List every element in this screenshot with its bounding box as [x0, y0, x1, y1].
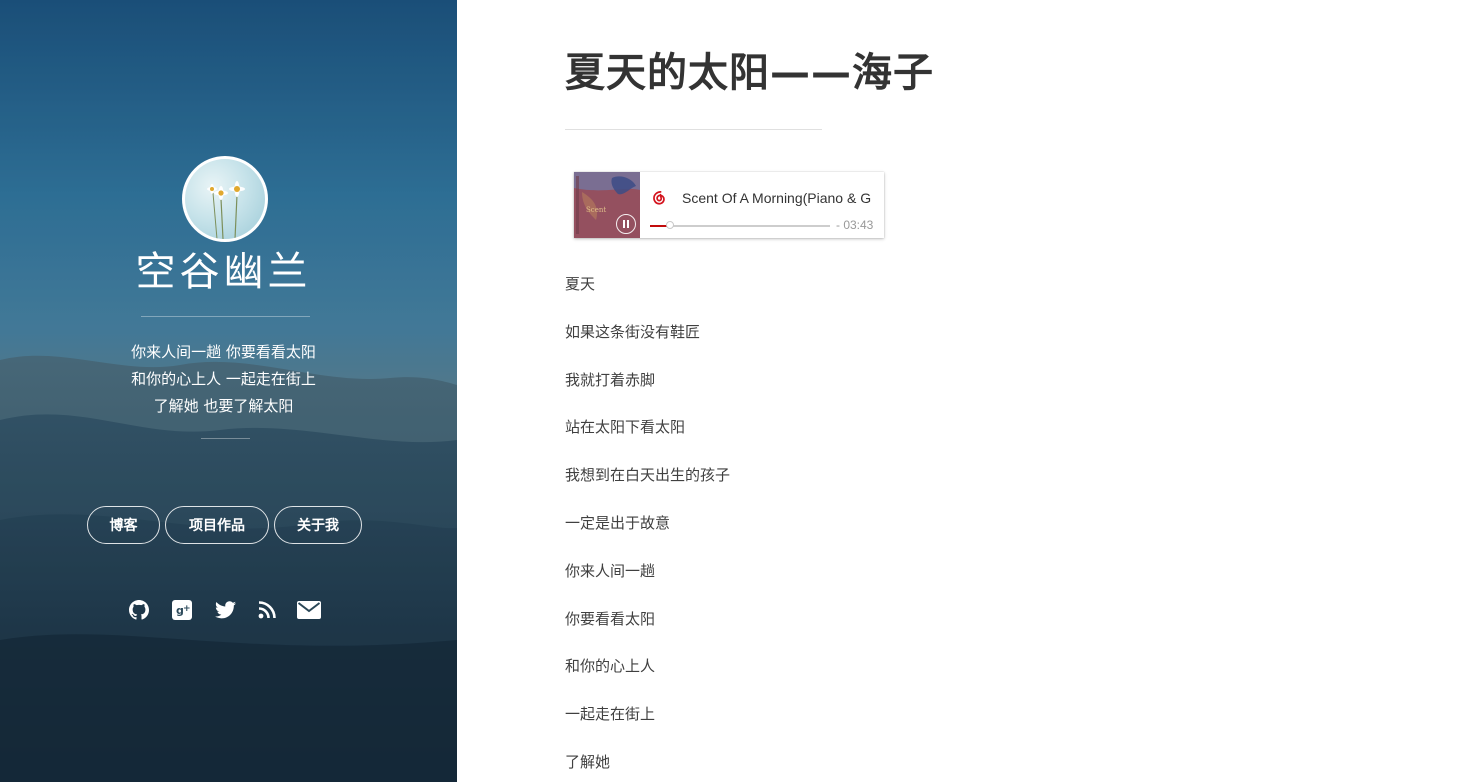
album-cover: Scent — [574, 172, 640, 238]
sidebar: 空谷幽兰 你来人间一趟 你要看看太阳 和你的心上人 一起走在街上 了解她 也要了… — [0, 0, 457, 782]
nav-projects-button[interactable]: 项目作品 — [165, 506, 269, 544]
lyric-line: 一定是出于故意 — [565, 514, 671, 532]
nav-blog-button[interactable]: 博客 — [87, 506, 160, 544]
twitter-icon[interactable] — [214, 598, 236, 622]
pause-icon — [623, 220, 629, 228]
lyric-line: 站在太阳下看太阳 — [565, 418, 686, 437]
tagline-line: 和你的心上人 一起走在街上 — [131, 370, 316, 388]
lyric-line: 了解她 — [565, 753, 611, 771]
nav-about-button[interactable]: 关于我 — [274, 506, 362, 544]
lyric-line: 如果这条街没有鞋匠 — [565, 322, 701, 341]
svg-text:Scent: Scent — [586, 206, 606, 214]
tagline-line: 你来人间一趟 你要看看太阳 — [131, 343, 316, 361]
progress-handle[interactable] — [665, 221, 674, 229]
progress-bar[interactable] — [650, 221, 830, 229]
svg-text:+: + — [183, 604, 191, 614]
lyric-line: 夏天 — [565, 275, 596, 293]
music-player[interactable]: Scent Scent Of A Morning(Piano & G - 03:… — [574, 172, 884, 238]
lyric-line: 一起走在街上 — [565, 705, 656, 724]
site-title[interactable]: 空谷幽兰 — [0, 246, 447, 298]
tagline-divider — [201, 438, 250, 439]
pause-button[interactable] — [616, 214, 636, 234]
main-content: 夏天的太阳——海子 Scent Scent Of A Morning(Piano… — [457, 0, 1476, 782]
avatar[interactable] — [182, 156, 268, 242]
time-remaining: - 03:43 — [836, 218, 874, 232]
lyric-line: 你要看看太阳 — [565, 609, 656, 628]
lyric-line: 我想到在白天出生的孩子 — [565, 466, 731, 485]
title-rule — [565, 129, 822, 130]
github-icon[interactable] — [128, 598, 150, 622]
tagline: 你来人间一趟 你要看看太阳 和你的心上人 一起走在街上 了解她 也要了解太阳 — [0, 339, 447, 420]
email-icon[interactable] — [297, 598, 321, 622]
lyric-line: 我就打着赤脚 — [565, 370, 656, 389]
lyric-line: 你来人间一趟 — [565, 561, 656, 580]
track-name: Scent Of A Morning(Piano & G — [682, 190, 872, 206]
rss-icon[interactable] — [256, 598, 278, 622]
lyric-line: 和你的心上人 — [565, 657, 656, 676]
google-plus-icon[interactable]: g + — [171, 598, 193, 622]
daisy-icon — [207, 181, 245, 239]
title-divider — [141, 316, 310, 317]
netease-music-icon — [650, 189, 668, 207]
tagline-line: 了解她 也要了解太阳 — [153, 397, 294, 415]
post-title: 夏天的太阳——海子 — [565, 50, 934, 96]
